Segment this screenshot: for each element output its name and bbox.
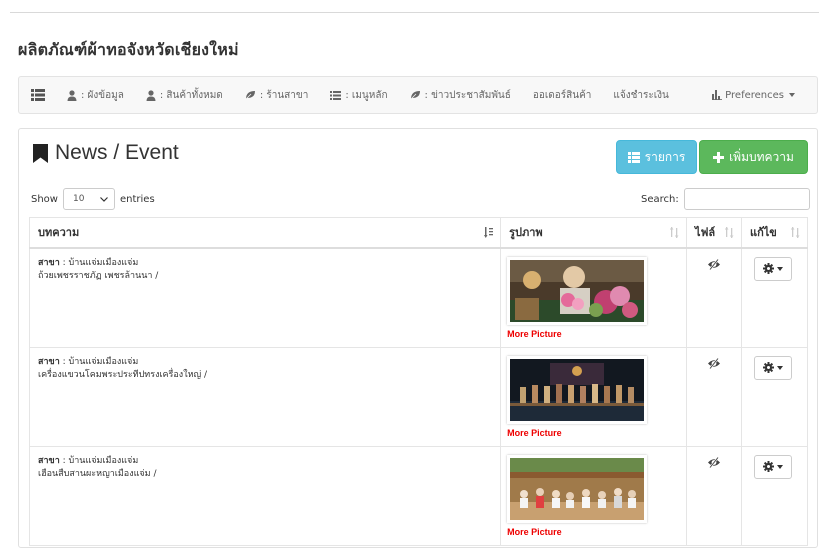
caret-down-icon <box>789 93 795 97</box>
list-button[interactable]: รายการ <box>616 140 697 174</box>
more-picture-link[interactable]: More Picture <box>507 527 680 537</box>
nav-item-label: : สินค้าทั้งหมด <box>159 89 223 101</box>
article-cell: สาขา : บ้านแจ่มเมืองแจ่ม เครื่องแขวนโคมพ… <box>28 346 502 447</box>
news-panel: News / Event รายการ เพิ่มบทความ Show 10 … <box>18 128 818 548</box>
nav-item-label: : เมนูหลัก <box>345 89 388 101</box>
gear-icon <box>762 362 774 373</box>
nav-item-label: : ผังข้อมูล <box>81 89 124 101</box>
nav-item-data-map[interactable]: : ผังข้อมูล <box>67 88 124 103</box>
list-icon <box>330 90 342 100</box>
user-tie-icon <box>146 89 156 101</box>
nav-item-payment[interactable]: แจ้งชำระเงิน <box>613 88 668 103</box>
article-cell: สาขา : บ้านแจ่มเมืองแจ่ม ถ้วยเพชรราชภัฏ … <box>28 247 502 348</box>
add-article-button[interactable]: เพิ่มบทความ <box>699 140 808 174</box>
article-title: ถ้วยเพชรราชภัฏ เพชรล้านนา / <box>38 270 159 281</box>
top-divider <box>10 12 819 13</box>
menu-list-icon[interactable] <box>31 89 45 101</box>
article-thumbnail[interactable] <box>507 454 648 523</box>
table-row: สาขา : บ้านแจ่มเมืองแจ่ม ถ้วยเพชรราชภัฏ … <box>28 247 809 348</box>
page-size-select[interactable]: 10 <box>62 188 115 210</box>
table-row: สาขา : บ้านแจ่มเมืองแจ่ม เฮือนสืบสานผะหญ… <box>28 445 809 546</box>
file-cell <box>686 346 742 447</box>
page-title: News / Event <box>55 141 179 164</box>
panel-heading: News / Event <box>33 141 179 165</box>
nav-item-label: แจ้งชำระเงิน <box>613 89 669 101</box>
entries-label: entries <box>119 193 155 205</box>
column-header-file[interactable]: ไฟล์ <box>686 217 742 249</box>
search-control: Search: <box>641 188 810 210</box>
leaf-icon <box>245 91 255 100</box>
more-picture-link[interactable]: More Picture <box>507 428 680 438</box>
list-button-label: รายการ <box>644 149 686 164</box>
sort-icon <box>790 227 801 241</box>
nav-item-all-products[interactable]: : สินค้าทั้งหมด <box>146 88 223 103</box>
column-header-edit[interactable]: แก้ไข <box>740 217 809 249</box>
nav-item-branches[interactable]: : ร้านสาขา <box>245 88 309 103</box>
caret-down-icon <box>776 266 783 271</box>
page-size-value: 10 <box>72 194 85 204</box>
show-label: Show <box>31 193 58 205</box>
eye-slash-icon[interactable] <box>707 357 721 369</box>
branch-name: : บ้านแจ่มเมืองแจ่ม <box>59 455 139 466</box>
gear-icon <box>762 263 774 274</box>
actions-dropdown-button[interactable] <box>753 355 792 380</box>
page-size-control: Show 10 entries <box>31 188 155 210</box>
branch-label: สาขา <box>38 257 60 268</box>
article-thumbnail[interactable] <box>507 256 648 325</box>
nav-item-news[interactable]: : ข่าวประชาสัมพันธ์ <box>409 88 511 103</box>
actions-dropdown-button[interactable] <box>753 256 792 281</box>
nav-item-label: : ข่าวประชาสัมพันธ์ <box>424 89 511 101</box>
file-cell <box>686 445 742 546</box>
search-label: Search: <box>641 193 679 205</box>
sort-icon <box>724 227 735 241</box>
article-title: เครื่องแขวนโคมพระประทีปทรงเครื่องใหญ่ / <box>38 369 208 380</box>
preferences-label: Preferences <box>725 89 784 101</box>
edit-cell <box>740 445 809 546</box>
news-table: บทความ รูปภาพ ไฟล์ แก้ไข สาขา : บ้านแจ่ม… <box>28 217 809 546</box>
branch-label: สาขา <box>38 455 60 466</box>
bookmark-icon <box>33 143 48 163</box>
eye-slash-icon[interactable] <box>707 258 721 270</box>
chevron-down-icon <box>100 196 108 202</box>
branch-name: : บ้านแจ่มเมืองแจ่ม <box>59 356 139 367</box>
navbar: : ผังข้อมูล : สินค้าทั้งหมด : ร้านสาขา :… <box>18 76 818 114</box>
add-article-label: เพิ่มบทความ <box>729 149 794 164</box>
leaf-icon <box>409 91 420 100</box>
nav-item-label: ออเดอร์สินค้า <box>532 89 592 101</box>
branch-label: สาขา <box>38 356 60 367</box>
article-thumbnail[interactable] <box>507 355 648 424</box>
caret-down-icon <box>776 365 783 370</box>
nav-item-orders[interactable]: ออเดอร์สินค้า <box>533 88 592 103</box>
branch-name: : บ้านแจ่มเมืองแจ่ม <box>59 257 139 268</box>
column-header-article[interactable]: บทความ <box>28 217 502 249</box>
sort-icon <box>669 227 680 241</box>
edit-cell <box>740 346 809 447</box>
edit-cell <box>740 247 809 348</box>
site-title: ผลิตภัณฑ์ผ้าทอจังหวัดเชียงใหม่ <box>18 40 239 59</box>
more-picture-link[interactable]: More Picture <box>507 329 680 339</box>
picture-cell: More Picture <box>500 346 688 447</box>
table-header-row: บทความ รูปภาพ ไฟล์ แก้ไข <box>28 217 809 249</box>
sort-alpha-icon <box>484 227 494 241</box>
column-header-picture[interactable]: รูปภาพ <box>500 217 688 249</box>
list-icon <box>627 151 640 163</box>
user-tie-icon <box>67 89 77 101</box>
nav-item-label: : ร้านสาขา <box>259 89 309 101</box>
actions-dropdown-button[interactable] <box>753 454 792 479</box>
article-cell: สาขา : บ้านแจ่มเมืองแจ่ม เฮือนสืบสานผะหญ… <box>28 445 502 546</box>
picture-cell: More Picture <box>500 247 688 348</box>
plus-icon <box>713 151 725 163</box>
file-cell <box>686 247 742 348</box>
article-title: เฮือนสืบสานผะหญาเมืองแจ่ม / <box>38 468 157 479</box>
table-row: สาขา : บ้านแจ่มเมืองแจ่ม เครื่องแขวนโคมพ… <box>28 346 809 447</box>
picture-cell: More Picture <box>500 445 688 546</box>
caret-down-icon <box>776 464 783 469</box>
search-input[interactable] <box>683 188 810 210</box>
bar-chart-icon <box>712 90 723 100</box>
gear-icon <box>762 461 774 472</box>
nav-item-main-menu[interactable]: : เมนูหลัก <box>330 88 388 103</box>
eye-slash-icon[interactable] <box>707 456 721 468</box>
preferences-dropdown[interactable]: Preferences <box>712 90 795 101</box>
